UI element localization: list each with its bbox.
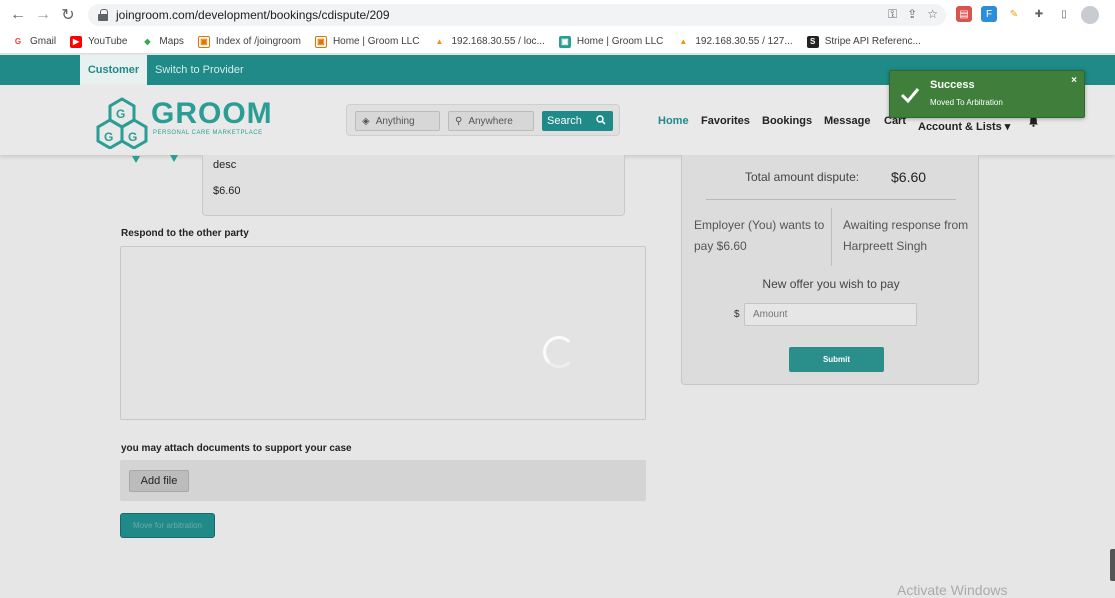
menu-icon[interactable]: ⋮	[1108, 6, 1115, 22]
svg-text:G: G	[116, 107, 125, 121]
phpmyadmin-icon: ▲	[433, 35, 446, 48]
address-bar[interactable]: joingroom.com/development/bookings/cdisp…	[88, 4, 946, 26]
phpmyadmin-icon: ▲	[677, 35, 690, 48]
add-file-button[interactable]: Add file	[129, 470, 189, 492]
svg-text:G: G	[104, 130, 113, 144]
logo-tagline: PERSONAL CARE MARKETPLACE	[153, 130, 263, 136]
divider	[831, 208, 832, 266]
extension-icon[interactable]: F	[981, 6, 997, 22]
toast-title: Success	[930, 79, 975, 91]
customer-tab[interactable]: Customer	[80, 55, 147, 85]
search-icon	[596, 115, 606, 128]
toast-message: Moved To Arbitration	[930, 98, 1003, 107]
extension-icon[interactable]: ▤	[956, 6, 972, 22]
attach-area: Add file	[120, 460, 646, 501]
gmail-icon: G	[12, 35, 24, 48]
respond-textarea[interactable]	[120, 246, 646, 420]
total-dispute-label: Total amount dispute:	[745, 170, 860, 184]
logo-mark-icon: G G G	[96, 97, 148, 149]
stripe-icon: S	[806, 35, 819, 48]
loading-spinner-icon	[543, 336, 575, 368]
youtube-icon: ▶	[70, 35, 83, 48]
bookmark-item[interactable]: ▣ Home | Groom LLC	[314, 35, 419, 48]
folder-icon: ▣	[197, 35, 210, 48]
nav-home[interactable]: Home	[658, 115, 689, 127]
attach-label: you may attach documents to support your…	[121, 443, 352, 454]
decorative-marker	[170, 155, 178, 162]
nav-favorites[interactable]: Favorites	[701, 115, 750, 127]
share-icon[interactable]: ⇪	[907, 7, 917, 22]
submit-button[interactable]: Submit	[789, 347, 884, 372]
new-offer-label: New offer you wish to pay	[762, 277, 900, 291]
forward-arrow-icon[interactable]: →	[32, 4, 54, 26]
checkmark-icon	[900, 88, 920, 104]
bookmark-item[interactable]: ▣ Index of /joingroom	[197, 35, 301, 48]
awaiting-response-text: Awaiting response from Harpreett Singh	[843, 218, 969, 253]
groom-icon: ▣	[314, 35, 327, 48]
bookmark-item[interactable]: ▲ 192.168.30.55 / 127...	[677, 35, 793, 48]
reload-icon[interactable]: ↻	[57, 4, 79, 26]
activate-windows-watermark: Activate Windows	[897, 582, 1008, 598]
nav-account-lists[interactable]: Account & Lists ▾	[918, 120, 1010, 133]
maps-icon: ◆	[141, 35, 154, 48]
success-toast: Success Moved To Arbitration ×	[889, 70, 1085, 118]
bookmark-item[interactable]: G Gmail	[12, 35, 56, 48]
bookmark-item[interactable]: ▲ 192.168.30.55 / loc...	[433, 35, 545, 48]
switch-to-provider-link[interactable]: Switch to Provider	[155, 55, 244, 85]
employer-offer-text: Employer (You) wants to pay $6.60	[694, 218, 825, 253]
search-button[interactable]: Search	[542, 111, 613, 131]
pencil-icon[interactable]: ✎	[1006, 6, 1022, 22]
bookmark-item[interactable]: S Stripe API Referenc...	[806, 35, 921, 48]
search-bar: ◈ Anything ⚲ Anywhere Search	[346, 104, 620, 136]
lock-icon	[98, 9, 108, 21]
puzzle-icon[interactable]: ✚	[1031, 6, 1047, 22]
bookmark-item[interactable]: ▣ Home | Groom LLC	[558, 35, 663, 48]
star-icon[interactable]: ☆	[927, 7, 938, 22]
bookmark-item[interactable]: ◆ Maps	[141, 35, 184, 48]
groom-logo[interactable]: G G G GROOM PERSONAL CARE MARKETPLACE	[96, 97, 286, 149]
back-arrow-icon[interactable]: ←	[7, 4, 29, 26]
decorative-marker	[132, 156, 140, 163]
browser-toolbar: ← → ↻ joingroom.com/development/bookings…	[0, 0, 1115, 30]
layers-icon: ◈	[362, 115, 370, 127]
svg-text:G: G	[128, 130, 137, 144]
url-text: joingroom.com/development/bookings/cdisp…	[116, 8, 390, 22]
dispute-description-box: desc $6.60	[202, 155, 625, 216]
close-icon[interactable]: ×	[1071, 75, 1077, 86]
dispute-description: desc	[213, 159, 237, 171]
location-pin-icon: ⚲	[455, 115, 463, 127]
dispute-amount: $6.60	[213, 185, 241, 197]
nav-bookings[interactable]: Bookings	[762, 115, 812, 127]
anything-input[interactable]: ◈ Anything	[355, 111, 440, 131]
bookmarks-bar: G Gmail ▶ YouTube ◆ Maps ▣ Index of /joi…	[0, 30, 1115, 54]
bookmark-item[interactable]: ▶ YouTube	[70, 35, 127, 48]
move-for-arbitration-button[interactable]: Move for arbitration	[120, 513, 215, 538]
logo-text: GROOM	[151, 97, 273, 130]
scrollbar-handle[interactable]	[1110, 549, 1115, 581]
amount-input[interactable]	[744, 303, 917, 326]
key-icon[interactable]: ⚿	[888, 7, 897, 22]
profile-avatar[interactable]	[1081, 6, 1099, 24]
currency-symbol: $	[734, 309, 740, 320]
divider	[706, 199, 956, 200]
dispute-offer-panel: Total amount dispute: $6.60 Employer (Yo…	[681, 155, 979, 385]
nav-message[interactable]: Message	[824, 115, 870, 127]
anywhere-input[interactable]: ⚲ Anywhere	[448, 111, 534, 131]
total-dispute-value: $6.60	[891, 169, 927, 185]
groom-icon: ▣	[558, 35, 571, 48]
sidebar-icon[interactable]: ▯	[1056, 6, 1072, 22]
respond-label: Respond to the other party	[121, 228, 249, 239]
